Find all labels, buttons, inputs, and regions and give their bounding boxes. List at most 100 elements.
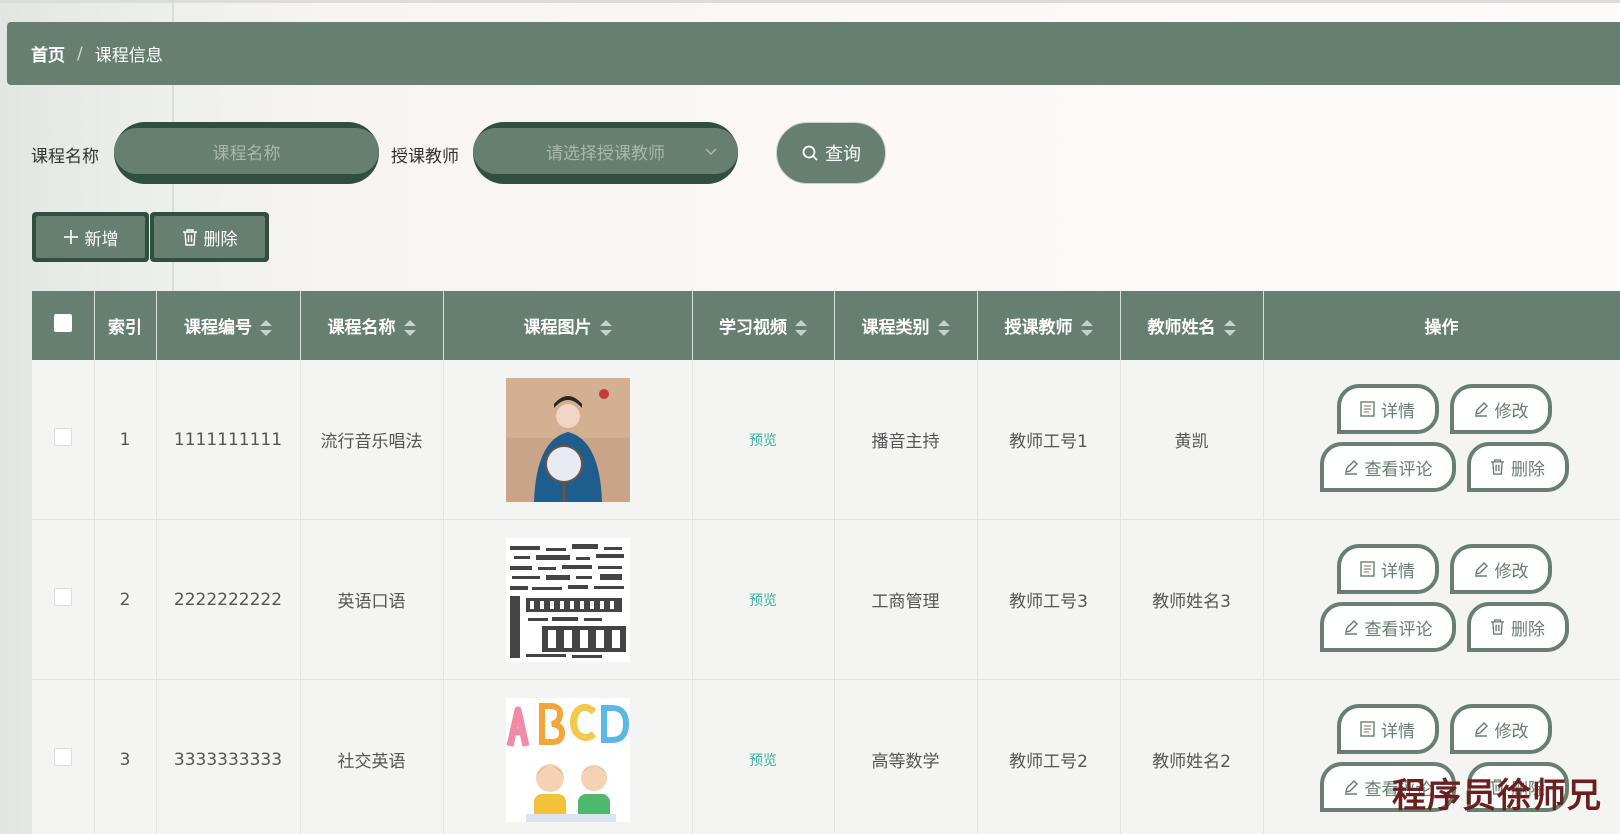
bulk-delete-label: 删除 (203, 229, 238, 250)
sort-icon[interactable] (1080, 320, 1093, 336)
top-border (0, 0, 1620, 3)
video-preview-link[interactable]: 预览 (749, 753, 777, 769)
detail-label: 详情 (1381, 401, 1415, 422)
detail-button[interactable]: 详情 (1336, 384, 1439, 434)
query-label: 查询 (825, 144, 861, 165)
course-image-portrait[interactable] (505, 377, 630, 502)
header-teacher-name[interactable]: 教师姓名 (1120, 291, 1264, 360)
header-video[interactable]: 学习视频 (692, 291, 835, 360)
teacher-select[interactable]: 请选择授课教师 (473, 122, 738, 184)
detail-label: 详情 (1381, 721, 1415, 742)
table-row: 1 1111111111 流行音乐唱法 预览 播音主持 教师工号1 黄凯 详情 … (32, 360, 1620, 520)
cell-index: 1 (94, 360, 157, 520)
cell-name: 英语口语 (300, 519, 444, 680)
delete-label: 删除 (1511, 459, 1545, 480)
edit-label: 修改 (1494, 401, 1529, 422)
cell-category: 高等数学 (834, 679, 978, 834)
delete-label: 删除 (1511, 619, 1545, 640)
select-all-checkbox[interactable] (53, 314, 72, 332)
edit-button[interactable]: 修改 (1449, 544, 1552, 594)
cell-name: 社交英语 (300, 679, 444, 834)
course-name-input[interactable]: 课程名称 (114, 122, 379, 184)
chevron-down-icon (705, 148, 717, 156)
cell-image (443, 519, 693, 680)
video-preview-link[interactable]: 预览 (749, 433, 777, 449)
row-checkbox[interactable] (53, 428, 72, 446)
course-name-label: 课程名称 (31, 147, 99, 167)
cell-teacher-name: 教师姓名2 (1120, 679, 1264, 834)
sort-icon[interactable] (937, 320, 950, 336)
document-icon (1360, 721, 1375, 737)
header-operations: 操作 (1263, 291, 1620, 360)
document-icon (1360, 561, 1375, 577)
cell-code: 1111111111 (156, 360, 301, 520)
delete-button[interactable]: 删除 (1466, 442, 1569, 492)
select-all-header[interactable] (32, 291, 95, 360)
header-course-image[interactable]: 课程图片 (443, 291, 693, 360)
sort-icon[interactable] (1223, 320, 1236, 336)
bulk-delete-button[interactable]: 删除 (150, 212, 269, 262)
pencil-icon (1474, 562, 1488, 577)
cell-teacher-name: 黄凯 (1120, 360, 1264, 520)
detail-label: 详情 (1381, 561, 1415, 582)
table-header-row: 索引 课程编号 课程名称 课程图片 学习视频 课程类别 授课教师 教师姓名 操作 (32, 291, 1620, 360)
breadcrumb: 首页 / 课程信息 (7, 22, 1620, 85)
edit-label: 修改 (1494, 561, 1529, 582)
trash-icon (182, 228, 197, 246)
delete-button[interactable]: 删除 (1466, 602, 1569, 652)
pencil-icon (1474, 402, 1488, 417)
course-name-placeholder: 课程名称 (114, 128, 379, 174)
header-course-name[interactable]: 课程名称 (300, 291, 444, 360)
pencil-icon (1344, 780, 1358, 795)
course-image-abcd[interactable] (505, 697, 630, 822)
header-index: 索引 (94, 291, 157, 360)
course-table: 索引 课程编号 课程名称 课程图片 学习视频 课程类别 授课教师 教师姓名 操作… (32, 291, 1620, 834)
video-preview-link[interactable]: 预览 (749, 593, 777, 609)
cell-image (443, 360, 693, 520)
cell-teacher: 教师工号1 (977, 360, 1121, 520)
add-button[interactable]: 新增 (32, 212, 149, 262)
sort-icon[interactable] (403, 320, 416, 336)
sort-icon[interactable] (599, 320, 612, 336)
edit-button[interactable]: 修改 (1449, 384, 1552, 434)
cell-name: 流行音乐唱法 (300, 360, 444, 520)
cell-code: 2222222222 (156, 519, 301, 680)
cell-operations: 详情 修改 查看评论 删除 (1263, 519, 1620, 680)
detail-button[interactable]: 详情 (1336, 544, 1439, 594)
cell-category: 工商管理 (834, 519, 978, 680)
plus-icon (63, 230, 78, 244)
teacher-select-placeholder: 请选择授课教师 (546, 143, 665, 164)
sort-icon[interactable] (260, 320, 272, 336)
trash-icon (1490, 459, 1505, 475)
edit-button[interactable]: 修改 (1449, 704, 1552, 754)
edit-label: 修改 (1494, 721, 1529, 742)
cell-category: 播音主持 (834, 360, 978, 520)
cell-image (443, 679, 693, 834)
row-checkbox[interactable] (53, 748, 72, 766)
cell-index: 2 (94, 519, 157, 680)
header-teacher[interactable]: 授课教师 (977, 291, 1121, 360)
breadcrumb-home[interactable]: 首页 (31, 41, 65, 66)
watermark: 程序员徐师兄 (1392, 776, 1602, 816)
cell-index: 3 (94, 679, 157, 834)
view-comments-button[interactable]: 查看评论 (1319, 602, 1456, 652)
cell-code: 3333333333 (156, 679, 301, 834)
detail-button[interactable]: 详情 (1336, 704, 1439, 754)
document-icon (1360, 401, 1375, 417)
view-comments-button[interactable]: 查看评论 (1319, 442, 1456, 492)
cell-teacher: 教师工号2 (977, 679, 1121, 834)
cell-teacher: 教师工号3 (977, 519, 1121, 680)
query-button[interactable]: 查询 (776, 122, 886, 184)
sort-icon[interactable] (795, 320, 807, 336)
pencil-icon (1344, 620, 1358, 635)
teacher-label: 授课教师 (391, 147, 459, 167)
search-icon (802, 145, 818, 161)
trash-icon (1490, 619, 1505, 635)
cell-operations: 详情 修改 查看评论 删除 (1263, 360, 1620, 520)
view-comments-label: 查看评论 (1364, 459, 1433, 480)
header-course-code[interactable]: 课程编号 (156, 291, 301, 360)
course-image-word-cloud[interactable] (505, 537, 630, 662)
header-category[interactable]: 课程类别 (834, 291, 978, 360)
row-checkbox[interactable] (53, 588, 72, 606)
table-row: 3 3333333333 社交英语 预览 高等数学 教师工号2 教师姓名2 详情… (32, 679, 1620, 834)
